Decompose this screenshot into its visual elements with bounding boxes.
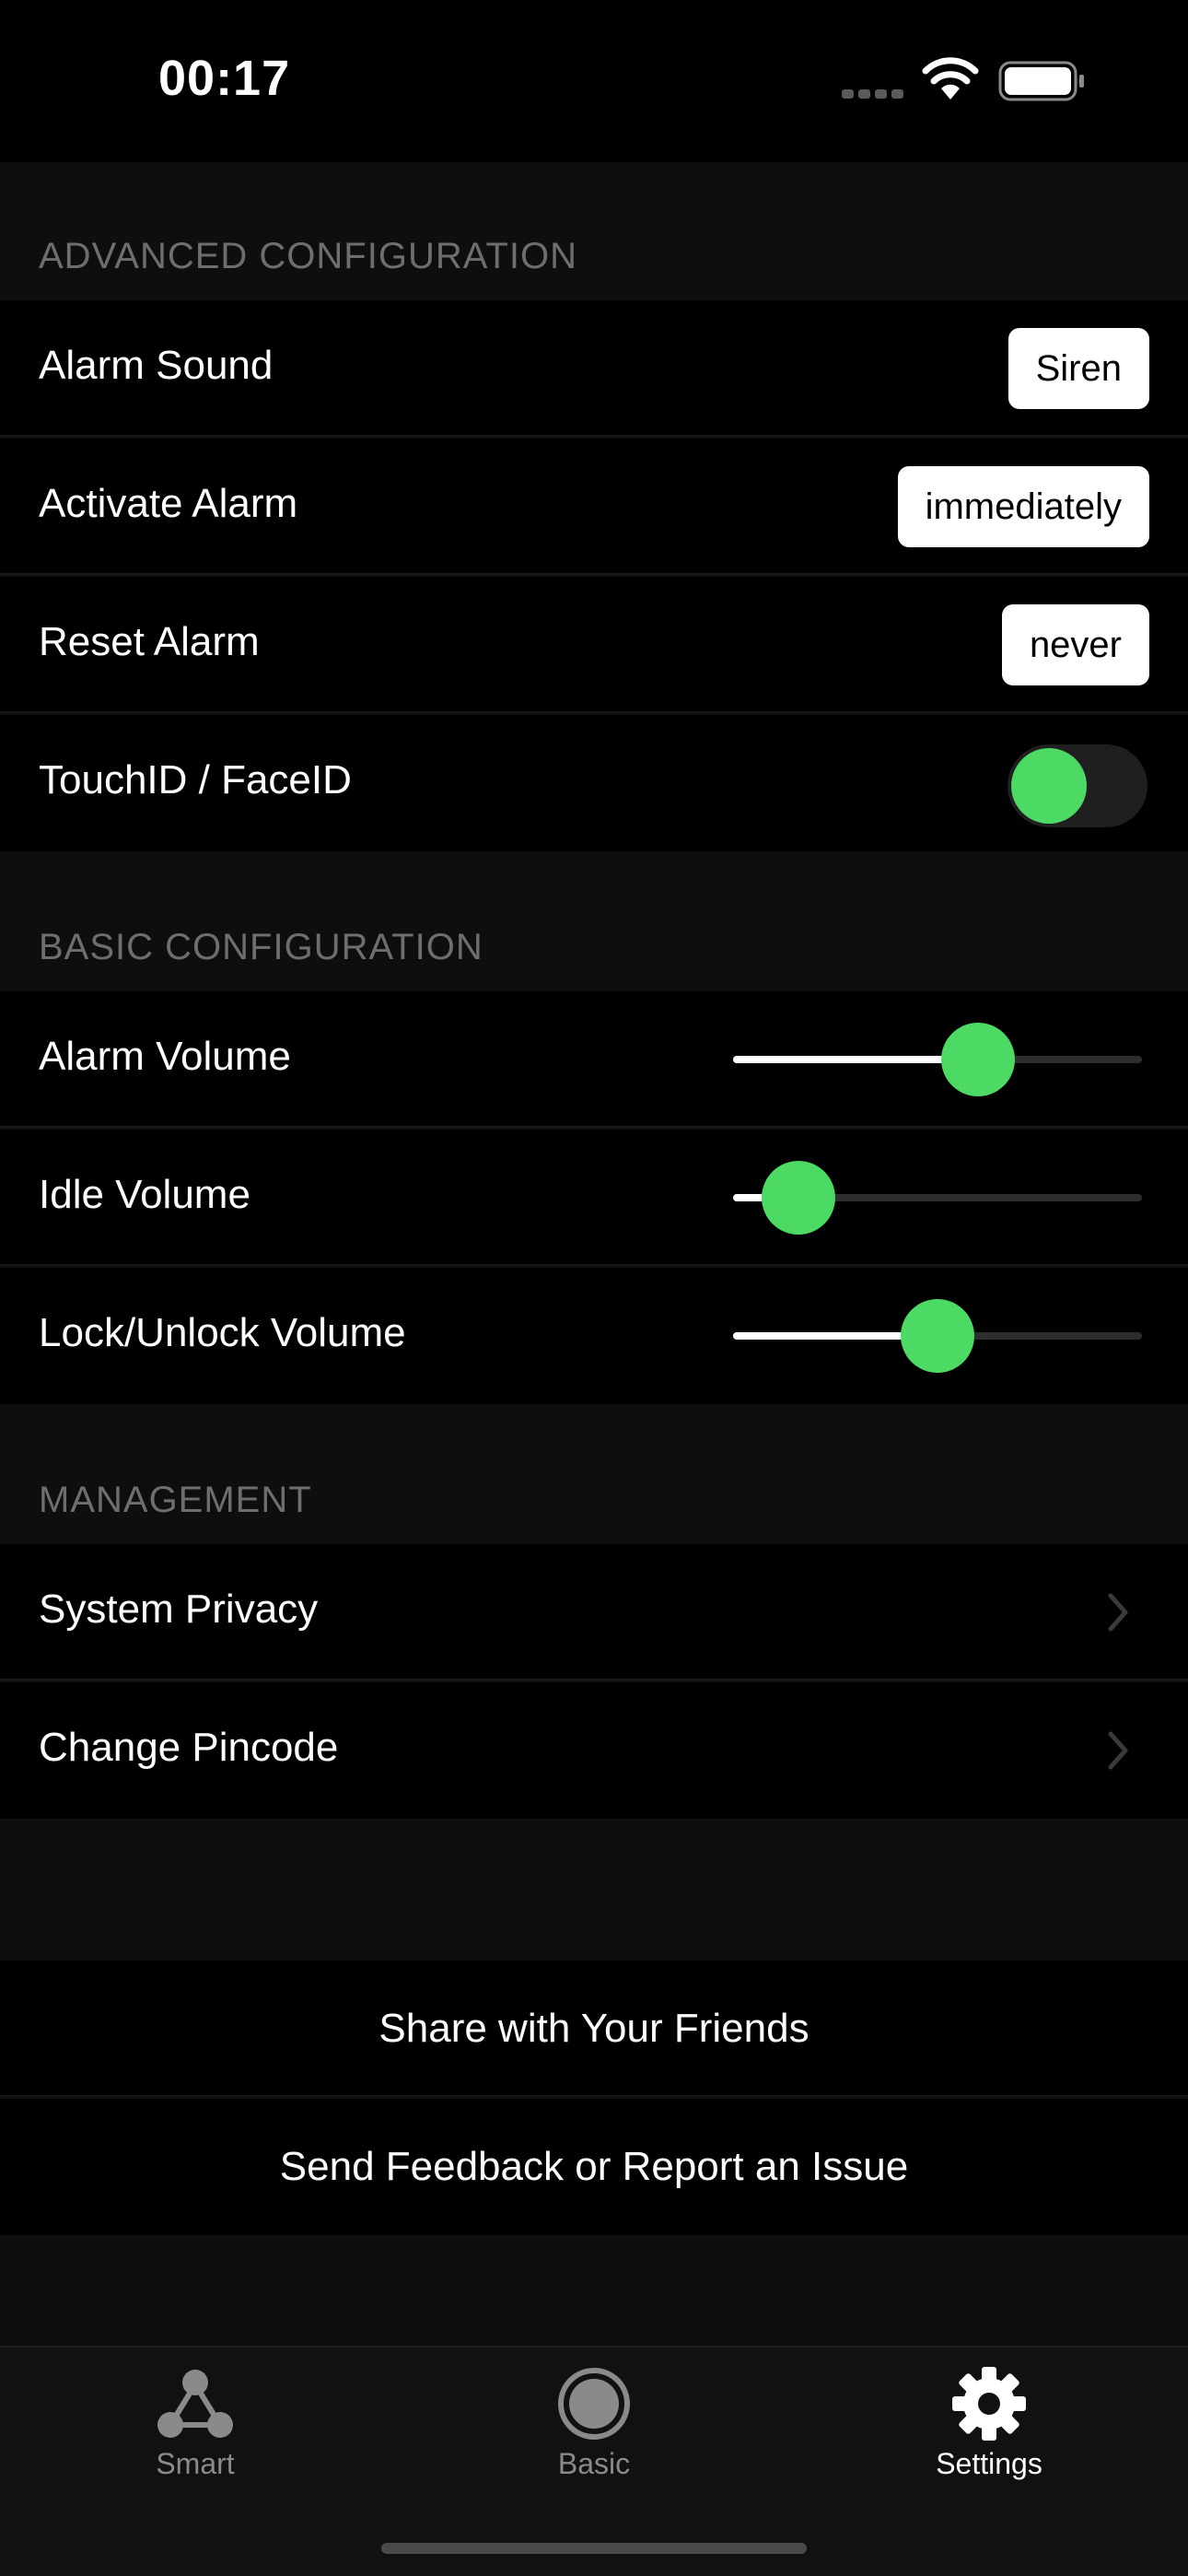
idle-volume-slider[interactable]	[733, 1157, 1142, 1238]
section-header-management: MANAGEMENT	[39, 1480, 312, 1520]
tab-bar: Smart Basic Settings	[0, 2346, 1188, 2576]
section-header-basic: BASIC CONFIGURATION	[39, 927, 483, 967]
idle-volume-row: Idle Volume	[0, 1130, 1188, 1266]
slider-thumb[interactable]	[941, 1023, 1016, 1096]
lock-unlock-volume-slider[interactable]	[733, 1295, 1142, 1376]
change-pincode-label: Change Pincode	[39, 1725, 339, 1770]
alarm-sound-row[interactable]: Alarm Sound Siren	[0, 300, 1188, 437]
chevron-right-icon	[1108, 1731, 1128, 1770]
home-indicator	[381, 2543, 807, 2554]
idle-volume-label: Idle Volume	[39, 1172, 250, 1217]
lock-unlock-volume-row: Lock/Unlock Volume	[0, 1268, 1188, 1404]
section-header-advanced: ADVANCED CONFIGURATION	[39, 236, 577, 276]
gear-icon	[952, 2367, 1026, 2441]
chevron-right-icon	[1108, 1593, 1128, 1632]
alarm-volume-row: Alarm Volume	[0, 991, 1188, 1128]
touch-face-id-label: TouchID / FaceID	[39, 757, 352, 802]
activate-alarm-select[interactable]: immediately	[897, 466, 1149, 547]
tab-label: Basic	[557, 2447, 631, 2480]
touch-face-id-toggle[interactable]	[1007, 744, 1147, 827]
toggle-knob	[1011, 748, 1087, 824]
alarm-volume-label: Alarm Volume	[39, 1034, 291, 1079]
smart-icon	[157, 2370, 233, 2438]
activate-alarm-row[interactable]: Activate Alarm immediately	[0, 439, 1188, 575]
status-bar: 00:17	[0, 0, 1188, 162]
alarm-sound-label: Alarm Sound	[39, 343, 274, 388]
slider-thumb[interactable]	[901, 1299, 974, 1373]
reset-alarm-select[interactable]: never	[1001, 604, 1149, 685]
touch-face-id-row: TouchID / FaceID	[0, 715, 1188, 851]
system-privacy-label: System Privacy	[39, 1587, 319, 1632]
alarm-volume-slider[interactable]	[733, 1019, 1142, 1100]
change-pincode-row[interactable]: Change Pincode	[0, 1682, 1188, 1819]
reset-alarm-row[interactable]: Reset Alarm never	[0, 577, 1188, 713]
activate-alarm-label: Activate Alarm	[39, 481, 298, 526]
send-feedback-button[interactable]: Send Feedback or Report an Issue	[0, 2099, 1188, 2235]
signal-icon	[842, 87, 908, 103]
basic-icon	[558, 2368, 630, 2440]
wifi-icon	[922, 57, 979, 100]
share-button[interactable]: Share with Your Friends	[0, 1961, 1188, 2097]
alarm-sound-select[interactable]: Siren	[1007, 328, 1149, 409]
slider-thumb[interactable]	[762, 1161, 836, 1235]
tab-basic[interactable]: Basic	[483, 2364, 705, 2481]
tab-label: Smart	[156, 2447, 235, 2480]
status-time: 00:17	[158, 51, 291, 106]
battery-icon	[998, 61, 1084, 101]
reset-alarm-label: Reset Alarm	[39, 619, 260, 664]
tab-settings[interactable]: Settings	[879, 2364, 1100, 2481]
tab-label: Settings	[936, 2447, 1042, 2480]
system-privacy-row[interactable]: System Privacy	[0, 1544, 1188, 1680]
tab-smart[interactable]: Smart	[85, 2364, 306, 2481]
lock-unlock-volume-label: Lock/Unlock Volume	[39, 1310, 406, 1355]
